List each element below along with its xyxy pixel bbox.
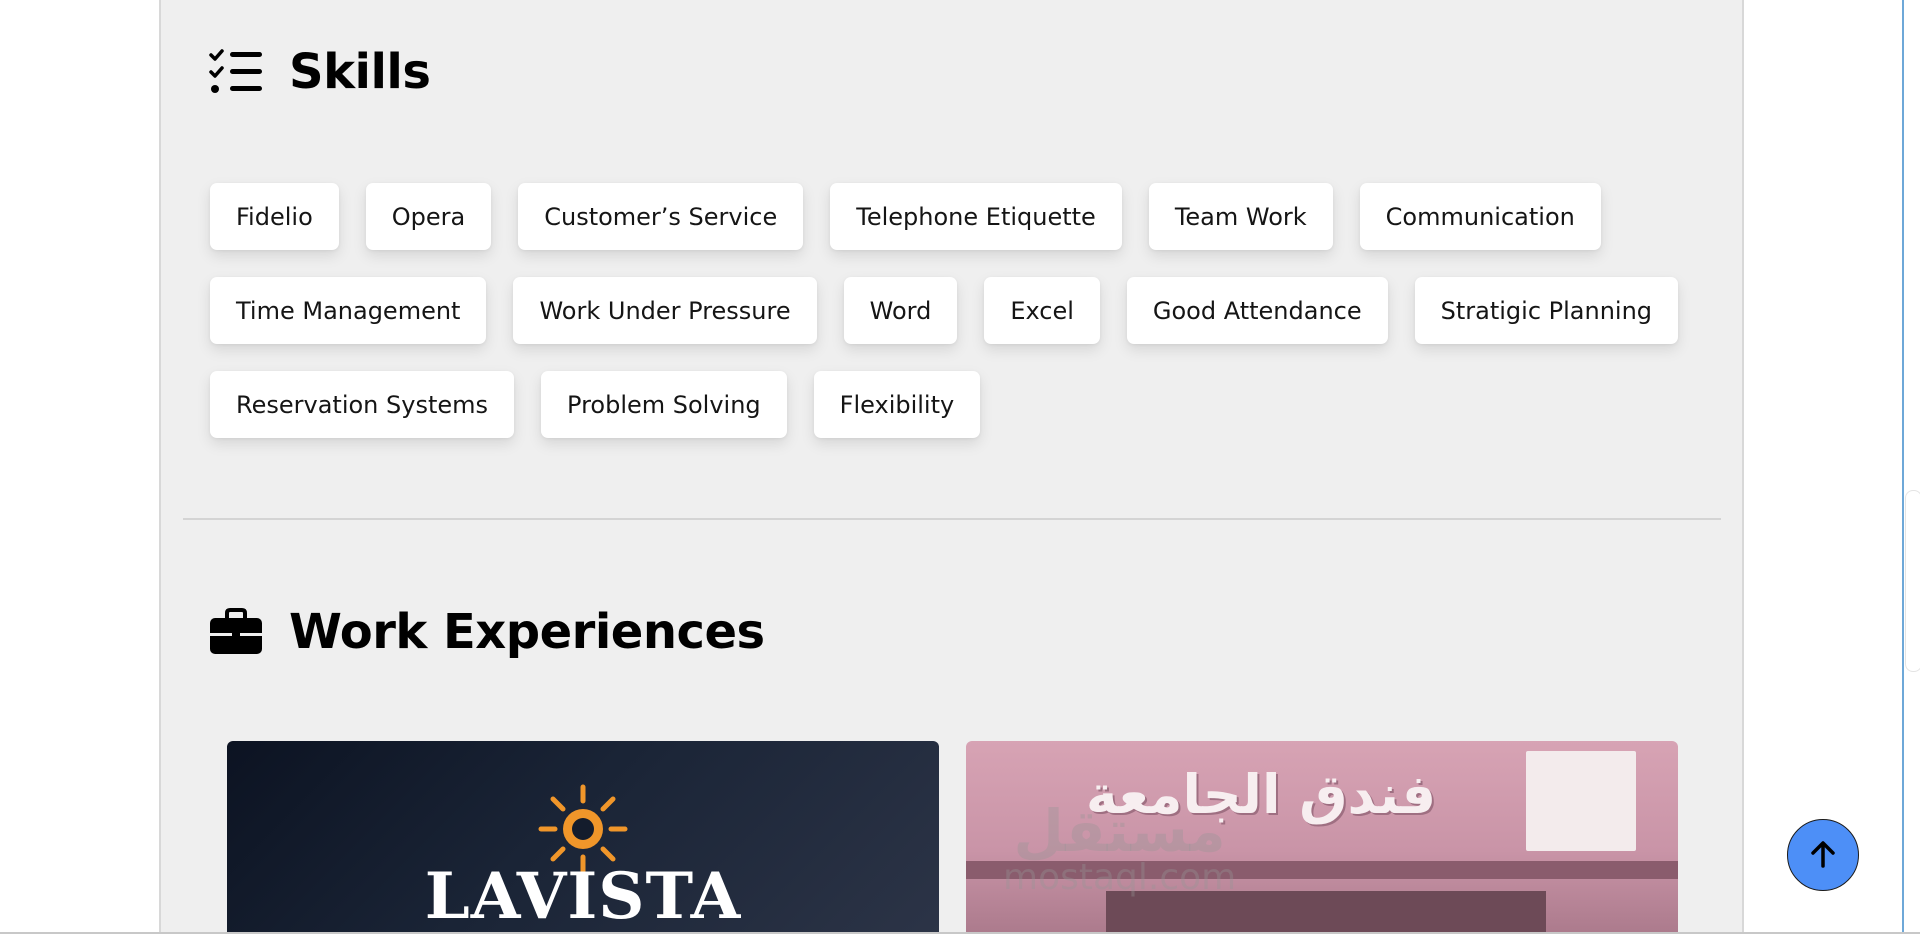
skill-chip: Opera [365,183,492,250]
skill-chip: Telephone Etiquette [830,183,1122,250]
work-heading: Work Experiences [209,604,765,660]
skill-chip: Flexibility [813,371,981,438]
work-title: Work Experiences [289,604,765,660]
skill-chip: Work Under Pressure [513,277,817,344]
skill-chip: Customer’s Service [518,183,804,250]
scrollbar-edge [1902,0,1904,934]
scrollbar-thumb[interactable] [1905,490,1920,672]
skill-chip: Excel [984,277,1100,344]
content-panel: Skills Fidelio Opera Customer’s Service … [159,0,1744,932]
scrollbar[interactable] [1902,0,1920,934]
skills-title: Skills [289,44,431,100]
work-card-lavista[interactable]: LAVISTA [227,741,939,932]
hotel-sign-board [1526,751,1636,851]
skills-list: Fidelio Opera Customer’s Service Telepho… [210,183,1690,438]
skill-chip: Communication [1359,183,1601,250]
list-check-icon [209,48,263,96]
skill-chip: Problem Solving [541,371,787,438]
skill-chip: Time Management [210,277,487,344]
lavista-logo-text: LAVISTA [424,859,742,932]
hotel-entrance [1106,891,1546,932]
briefcase-icon [209,608,263,656]
scroll-to-top-button[interactable] [1787,819,1859,891]
hotel-sign-text: فندق الجامعة [1085,763,1437,826]
work-card-hotel[interactable]: فندق الجامعة [966,741,1678,932]
skill-chip: Word [843,277,958,344]
skills-heading: Skills [209,44,431,100]
skill-chip: Good Attendance [1126,277,1388,344]
skill-chip: Stratigic Planning [1414,277,1679,344]
skill-chip: Reservation Systems [210,371,515,438]
arrow-up-icon [1810,840,1836,871]
skill-chip: Fidelio [210,183,339,250]
section-divider [183,518,1721,520]
hotel-awning [966,861,1678,879]
skill-chip: Team Work [1148,183,1333,250]
